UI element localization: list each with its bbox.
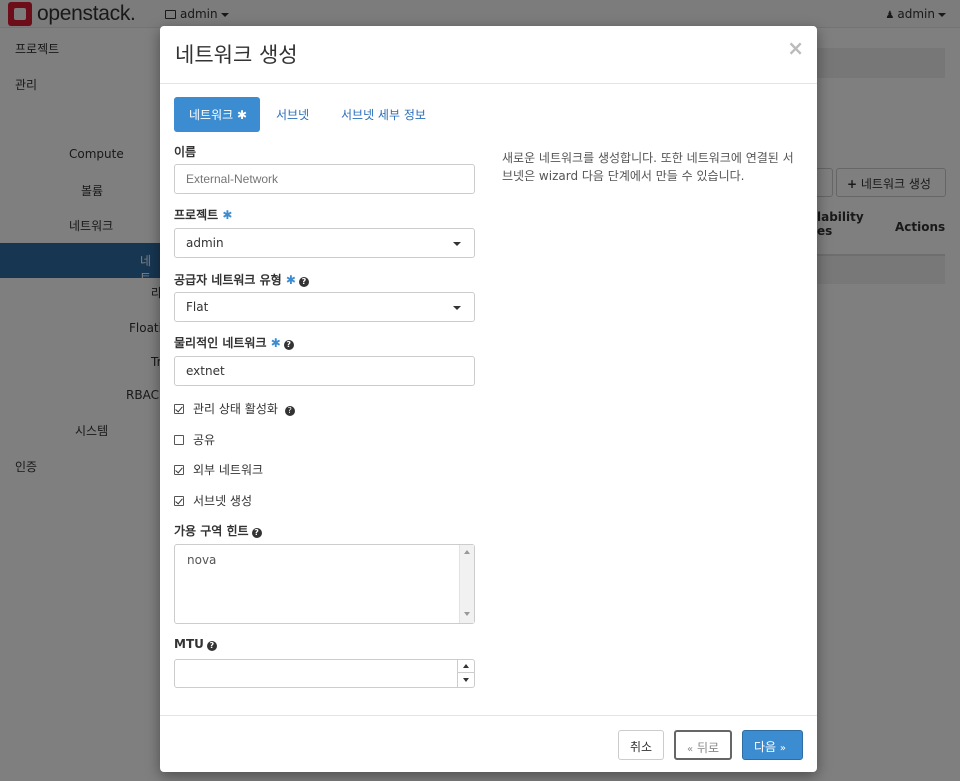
mtu-spinner[interactable] <box>457 660 474 687</box>
project-select[interactable]: admin <box>174 228 475 258</box>
cancel-label: 취소 <box>630 740 653 754</box>
checkbox-checked-icon[interactable] <box>174 465 184 475</box>
checkbox-checked-icon[interactable] <box>174 496 184 506</box>
project-label: 프로젝트 ✱ <box>174 206 232 223</box>
required-icon: ✱ <box>237 108 248 122</box>
availability-zone-hints-list[interactable]: nova <box>174 544 475 624</box>
help-text: 새로운 네트워크를 생성합니다. 또한 네트워크에 연결된 서브넷은 wizar… <box>502 151 794 183</box>
provider-network-type-label-text: 공급자 네트워크 유형 <box>174 273 282 287</box>
back-button[interactable]: « 뒤로 <box>674 730 733 760</box>
name-label: 이름 <box>174 145 197 159</box>
shared-label: 공유 <box>193 433 216 447</box>
tab-label: 서브넷 세부 정보 <box>341 108 426 122</box>
admin-state-checkbox[interactable]: 관리 상태 활성화 ? <box>174 400 295 417</box>
scroll-up-icon[interactable] <box>464 550 470 554</box>
availability-zone-hints-label-text: 가용 구역 힌트 <box>174 524 249 538</box>
modal-header: 네트워크 생성 × <box>160 26 817 84</box>
provider-network-type-label: 공급자 네트워크 유형 ✱? <box>174 271 309 288</box>
back-label: 뒤로 <box>696 741 720 755</box>
tab-label: 네트워크 <box>189 108 234 122</box>
spinner-up-button[interactable] <box>458 660 474 673</box>
question-circle-icon[interactable]: ? <box>283 340 294 350</box>
question-circle-icon[interactable]: ? <box>206 641 217 651</box>
create-network-modal: 네트워크 생성 × 네트워크 ✱ 서브넷 서브넷 세부 정보 이름 프로젝트 ✱… <box>160 26 817 772</box>
next-button[interactable]: 다음 » <box>742 730 803 760</box>
checkbox-checked-icon[interactable] <box>174 404 184 414</box>
mtu-label-text: MTU <box>174 637 204 651</box>
tab-subnet-details[interactable]: 서브넷 세부 정보 <box>326 97 441 132</box>
question-circle-icon[interactable]: ? <box>284 406 295 416</box>
physical-network-label: 물리적인 네트워크 ✱? <box>174 334 294 351</box>
provider-network-type-select[interactable]: Flat <box>174 292 475 322</box>
modal-footer: 취소 « 뒤로 다음 » <box>160 715 817 772</box>
shared-checkbox[interactable]: 공유 <box>174 431 215 448</box>
question-circle-icon[interactable]: ? <box>251 528 262 538</box>
close-icon[interactable]: × <box>787 36 804 60</box>
next-label: 다음 <box>754 740 777 754</box>
create-subnet-label: 서브넷 생성 <box>193 494 253 508</box>
checkbox-unchecked-icon[interactable] <box>174 435 184 445</box>
physical-network-value: extnet <box>186 364 225 378</box>
double-chevron-left-icon: « <box>687 744 694 755</box>
project-select-value: admin <box>186 236 224 250</box>
required-icon: ✱ <box>222 208 233 222</box>
tab-network[interactable]: 네트워크 ✱ <box>174 97 260 132</box>
mtu-label: MTU? <box>174 637 217 651</box>
modal-title: 네트워크 생성 <box>175 43 298 67</box>
cancel-button[interactable]: 취소 <box>618 730 665 760</box>
scroll-down-icon[interactable] <box>464 612 470 616</box>
physical-network-label-text: 물리적인 네트워크 <box>174 336 267 350</box>
chevron-down-icon <box>453 242 461 246</box>
external-network-label: 외부 네트워크 <box>193 463 264 477</box>
external-network-checkbox[interactable]: 외부 네트워크 <box>174 461 263 478</box>
project-label-text: 프로젝트 <box>174 208 219 222</box>
physical-network-input[interactable]: extnet <box>174 356 475 386</box>
availability-zone-hints-label: 가용 구역 힌트? <box>174 522 262 539</box>
tab-label: 서브넷 <box>276 108 310 122</box>
availability-zone-option[interactable]: nova <box>187 553 216 567</box>
required-icon: ✱ <box>285 273 296 287</box>
create-subnet-checkbox[interactable]: 서브넷 생성 <box>174 492 252 509</box>
caret-up-icon <box>463 664 469 668</box>
required-icon: ✱ <box>270 336 281 350</box>
spinner-down-button[interactable] <box>458 674 474 687</box>
chevron-down-icon <box>453 306 461 310</box>
caret-down-icon <box>463 678 469 682</box>
provider-network-type-value: Flat <box>186 300 209 314</box>
mtu-input[interactable] <box>174 659 475 688</box>
question-circle-icon[interactable]: ? <box>298 277 309 287</box>
name-input[interactable] <box>174 164 475 194</box>
tab-subnet[interactable]: 서브넷 <box>261 97 324 132</box>
scrollbar[interactable] <box>459 545 474 623</box>
admin-state-label: 관리 상태 활성화 <box>193 402 278 416</box>
double-chevron-right-icon: » <box>779 743 787 754</box>
